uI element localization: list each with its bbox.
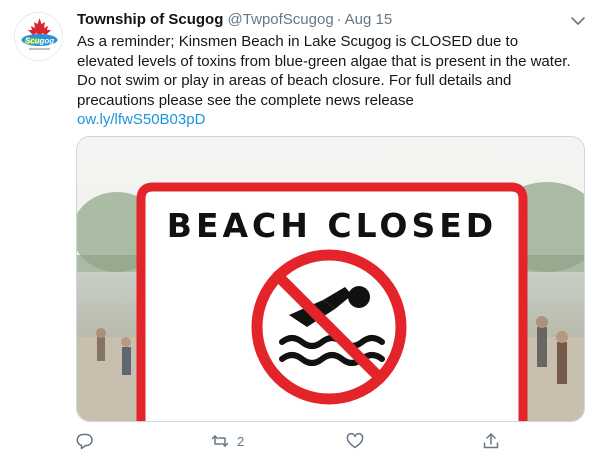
retweet-icon [211,435,229,447]
news-release-link[interactable]: ow.ly/lfwS50B03pD [77,110,577,130]
avatar[interactable]: Scugog [14,12,63,61]
chevron-down-icon[interactable] [569,12,587,30]
display-name[interactable]: Township of Scugog [77,11,223,28]
retweet-button[interactable]: 2 [211,428,244,454]
tweet-text: As a reminder; Kinsmen Beach in Lake Scu… [77,32,577,130]
no-swimming-icon [251,249,407,405]
tweet-actions: 2 [76,428,506,454]
user-handle[interactable]: @TwpofScugog [228,11,334,28]
tweet-header: Township of Scugog @TwpofScugog · Aug 15 [77,10,392,30]
like-button[interactable] [346,428,364,454]
heart-icon [346,432,364,449]
tweet-body: As a reminder; Kinsmen Beach in Lake Scu… [77,33,571,109]
tweet-date[interactable]: Aug 15 [345,11,393,28]
reply-icon [76,433,93,450]
sign-title: BEACH CLOSED [167,206,497,245]
tweet[interactable]: Scugog Township of Scugog @TwpofScugog · A… [0,0,599,463]
beach-closed-image: BEACH CLOSED [77,137,584,421]
separator-dot: · [336,11,342,28]
township-logo: Scugog [15,13,62,60]
retweet-count: 2 [237,433,245,449]
share-icon [483,433,499,449]
tweet-media-image[interactable]: BEACH CLOSED [76,136,585,422]
avatar-logo-text: Scugog [25,37,54,46]
reply-button[interactable] [76,428,94,454]
share-button[interactable] [482,428,500,454]
